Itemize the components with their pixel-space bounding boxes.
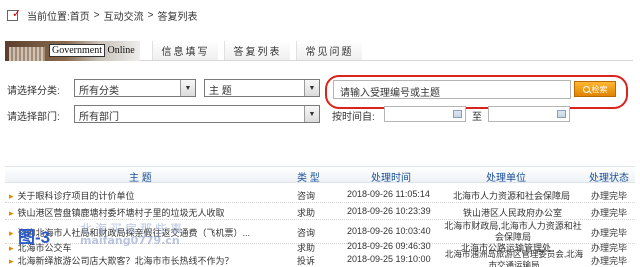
search-input[interactable]: 请输入受理编号或主题	[333, 80, 571, 99]
time-to-label: 至	[472, 112, 482, 123]
arrow-icon: ▸	[9, 256, 14, 266]
chevron-down-icon: ▼	[304, 106, 319, 122]
category-select[interactable]: 所有分类 ▼	[74, 79, 196, 97]
department-select[interactable]: 所有部门 ▼	[74, 105, 320, 123]
government-online-logo: Government Online	[5, 41, 140, 61]
row-subject[interactable]: ▸ 关于眼科诊疗项目的计价单位	[9, 189, 135, 202]
col-org: 处理单位	[486, 173, 526, 184]
tab-info-fill[interactable]: 信息填写	[152, 41, 218, 60]
breadcrumb-prefix: 当前位置:	[27, 11, 70, 23]
tab-faq[interactable]: 常见问题	[296, 41, 362, 60]
tab-reply-list[interactable]: 答复列表	[224, 41, 290, 60]
search-button[interactable]: 检索	[574, 81, 616, 97]
arrow-icon: ▸	[9, 208, 14, 218]
category-label: 请选择分类:	[7, 86, 60, 97]
arrow-icon: ▸	[9, 191, 14, 201]
col-time: 处理时间	[371, 173, 411, 184]
figure-label: 图-3	[18, 228, 51, 247]
table-header: 主 题 类 型 处理时间 处理单位 处理状态	[5, 166, 635, 184]
location-icon: ✓	[6, 8, 22, 22]
breadcrumb-reply-list: 答复列表	[157, 11, 198, 23]
search-field-select[interactable]: 主 题 ▼	[204, 79, 320, 97]
row-subject[interactable]: ▸ 北海新绎旅游公司店大欺客？北海市市长热线不作为？	[9, 254, 234, 267]
col-type: 类 型	[297, 173, 320, 184]
table-row[interactable]: ▸ 铁山港区营盘镇鹿塘村委坏塘村子里的垃圾无人收取 求助 2018-09-26 1…	[5, 203, 635, 220]
col-status: 处理状态	[589, 173, 629, 184]
breadcrumb: ✓ 当前位置: 首页 > 互动交流 > 答复列表	[0, 0, 640, 30]
url-watermark: maifang0779.cn	[80, 234, 180, 247]
time-from-label: 按时间自:	[332, 112, 375, 123]
department-label: 请选择部门:	[7, 112, 60, 123]
calendar-icon[interactable]	[557, 110, 566, 118]
arrow-icon: ▸	[9, 228, 14, 238]
col-subject: 主 题	[129, 173, 152, 184]
search-icon	[582, 85, 590, 93]
table-row[interactable]: ▸ 关于眼科诊疗项目的计价单位 咨询 2018-09-26 11:05:14 北海…	[5, 186, 635, 203]
table-row[interactable]: ▸ 北海新绎旅游公司店大欺客？北海市市长热线不作为？ 投诉 2018-09-25 …	[5, 249, 635, 267]
chevron-down-icon: ▼	[304, 80, 319, 96]
row-subject[interactable]: ▸ 铁山港区营盘镇鹿塘村委坏塘村子里的垃圾无人收取	[9, 206, 225, 219]
calendar-icon[interactable]	[453, 110, 462, 118]
start-date-input[interactable]	[384, 106, 466, 122]
end-date-input[interactable]	[488, 106, 570, 122]
breadcrumb-home[interactable]: 首页	[70, 8, 90, 23]
breadcrumb-interaction[interactable]: 互动交流	[104, 8, 144, 23]
top-nav: Government Online 信息填写 答复列表 常见问题	[5, 41, 633, 61]
chevron-down-icon: ▼	[180, 80, 195, 96]
